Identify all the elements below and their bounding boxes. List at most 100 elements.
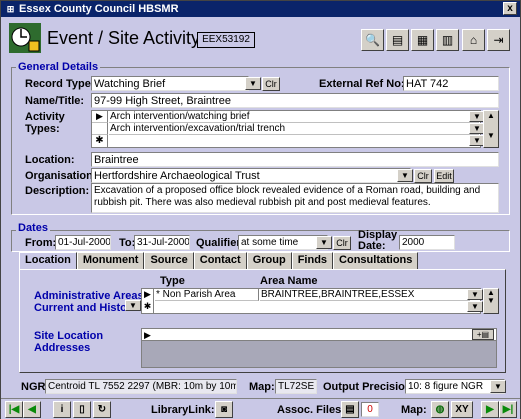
trash-icon: ▥	[441, 33, 454, 47]
site-activity-logo-icon	[9, 23, 41, 53]
tab-group[interactable]: Group	[246, 252, 292, 269]
first-record-icon: |◀	[8, 404, 20, 415]
blank-record-button[interactable]: ▯	[73, 401, 91, 418]
display-date-input[interactable]: 2000	[399, 235, 455, 250]
delete-button[interactable]: ▥	[436, 29, 459, 51]
form-header: Event / Site Activity EEX53192 🔍 ▤ ▦ ▥ ⌂…	[1, 17, 520, 59]
activity-type-row[interactable]: Arch intervention/watching brief	[109, 111, 479, 123]
name-title-input[interactable]: 97-99 High Street, Braintree	[91, 93, 499, 108]
magnifier-icon: 🔍	[365, 33, 380, 47]
main-window: ⊞ Essex County Council HBSMR x Event / S…	[0, 0, 521, 419]
admin-area-name-cell[interactable]: BRAINTREE,BRAINTREE,ESSEX	[260, 289, 470, 301]
print-icon: ▦	[416, 33, 429, 47]
qualifier-select[interactable]: at some time	[238, 235, 328, 250]
tab-strip: Location Monument Source Contact Group F…	[19, 252, 419, 270]
precision-dropdown-arrow[interactable]: ▼	[490, 380, 506, 393]
refresh-icon: ↻	[97, 404, 107, 415]
globe-icon: ◍	[435, 404, 445, 415]
tab-finds[interactable]: Finds	[291, 252, 334, 269]
form-title: Event / Site Activity	[47, 28, 201, 48]
site-address-row[interactable]: ▶ +▤	[142, 329, 496, 341]
type-column-header: Type	[160, 275, 185, 287]
map-globe-button[interactable]: ◍	[431, 401, 449, 418]
exit-button[interactable]: ⇥	[487, 29, 510, 51]
site-location-addresses-label: Site Location Addresses	[34, 330, 104, 354]
new-record-button[interactable]: ▤	[386, 29, 409, 51]
building-icon: ⌂	[469, 33, 478, 47]
to-date-input[interactable]: 31-Jul-2000	[134, 235, 190, 250]
current-record-marker-icon: ▶	[142, 289, 154, 301]
app-icon: ⊞	[6, 3, 15, 14]
files-icon: ▤	[345, 404, 355, 415]
activity-type-new-row[interactable]	[109, 135, 479, 147]
activity-types-label: Activity Types:	[25, 111, 65, 135]
admin-type-dropdown-arrow[interactable]: ▼	[125, 300, 141, 311]
record-type-clear-button[interactable]: Clr	[262, 77, 280, 91]
tab-location[interactable]: Location	[19, 252, 77, 270]
assoc-files-button[interactable]: ▤	[341, 401, 359, 418]
record-selector[interactable]	[92, 123, 108, 135]
record-type-dropdown-arrow[interactable]: ▼	[245, 77, 261, 90]
organisation-edit-button[interactable]: Edit	[434, 169, 454, 183]
camera-icon: ◙	[220, 404, 228, 415]
xy-button[interactable]: XY	[451, 401, 473, 418]
external-ref-input[interactable]: HAT 742	[403, 76, 499, 91]
name-title-label: Name/Title:	[25, 95, 85, 107]
activity-scrollbar[interactable]: ▲ ▼	[483, 110, 499, 148]
next-record-icon: ▶	[486, 404, 494, 415]
previous-record-icon: ◀	[28, 404, 36, 415]
record-type-select[interactable]: Watching Brief	[91, 76, 249, 91]
library-link-button[interactable]: ◙	[215, 401, 233, 418]
map-nav-label: Map:	[401, 404, 427, 416]
address-add-button[interactable]: +▤	[472, 329, 494, 340]
tab-contact[interactable]: Contact	[193, 252, 247, 269]
from-date-input[interactable]: 01-Jul-2000	[55, 235, 111, 250]
organisation-select[interactable]: Hertfordshire Archaeological Trust	[91, 168, 411, 183]
map-sheet-value: TL72SE	[275, 379, 317, 394]
qualifier-clear-button[interactable]: Clr	[333, 236, 351, 250]
assoc-files-count: 0	[361, 402, 379, 417]
close-button[interactable]: x	[503, 2, 517, 15]
description-label: Description:	[25, 185, 90, 197]
last-record-button[interactable]: ▶|	[499, 401, 517, 418]
navigation-bar: |◀ ◀ i ▯ ↻ LibraryLink: ◙ Assoc. Files: …	[1, 398, 520, 419]
current-record-marker-icon: ▶	[92, 111, 108, 123]
location-input[interactable]: Braintree	[91, 152, 499, 167]
dates-legend: Dates	[16, 222, 50, 234]
last-record-icon: ▶|	[502, 404, 514, 415]
admin-area-type-cell[interactable]: * Non Parish Area	[155, 289, 259, 301]
admin-areas-subform: ▶ * Non Parish Area BRAINTREE,BRAINTREE,…	[141, 288, 481, 314]
area-name-column-header: Area Name	[260, 275, 318, 287]
organisation-dropdown-arrow[interactable]: ▼	[397, 169, 413, 182]
archive-button[interactable]: ⌂	[462, 29, 485, 51]
title-bar: ⊞ Essex County Council HBSMR x	[1, 1, 520, 17]
first-record-button[interactable]: |◀	[5, 401, 23, 418]
library-link-label: LibraryLink:	[151, 404, 215, 416]
admin-area-dropdown-arrow[interactable]: ▼	[467, 301, 483, 312]
ngr-value: Centroid TL 7552 2297 (MBR: 10m by 10m)	[45, 379, 237, 394]
tab-monument[interactable]: Monument	[76, 252, 145, 269]
preview-button[interactable]: 🔍	[361, 29, 384, 51]
description-textarea[interactable]: Excavation of a proposed office block re…	[91, 183, 499, 213]
organisation-clear-button[interactable]: Clr	[414, 169, 432, 183]
refresh-button[interactable]: ↻	[93, 401, 111, 418]
map-label: Map:	[249, 381, 275, 393]
record-id: EEX53192	[197, 32, 255, 48]
admin-area-dropdown-arrow[interactable]: ▼	[467, 289, 483, 300]
activity-type-row[interactable]: Arch intervention/excavation/trial trenc…	[109, 123, 479, 135]
current-record-marker-icon: ▶	[144, 330, 151, 340]
location-tab-panel: Administrative Areas - Current and Histo…	[19, 269, 506, 373]
next-record-button[interactable]: ▶	[481, 401, 499, 418]
status-bar: NGR: Centroid TL 7552 2297 (MBR: 10m by …	[1, 378, 520, 396]
new-icon: ▤	[391, 33, 404, 47]
admin-area-type-value: Non Parish Area	[162, 289, 236, 300]
admin-areas-scrollbar[interactable]: ▲ ▼	[483, 288, 499, 314]
exit-door-icon: ⇥	[493, 33, 504, 47]
tab-consultations[interactable]: Consultations	[333, 252, 419, 269]
info-button[interactable]: i	[53, 401, 71, 418]
tab-source[interactable]: Source	[144, 252, 194, 269]
previous-record-button[interactable]: ◀	[23, 401, 41, 418]
qualifier-dropdown-arrow[interactable]: ▼	[316, 236, 332, 249]
print-button[interactable]: ▦	[411, 29, 434, 51]
document-icon: ▯	[79, 404, 85, 415]
